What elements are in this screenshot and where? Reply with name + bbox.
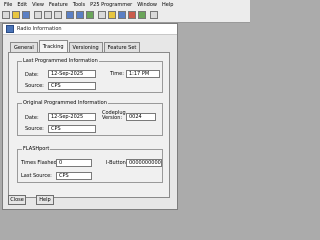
menu-window[interactable]: Window [137, 2, 157, 8]
original-date-label: Date: [25, 115, 39, 121]
tab-feature-set[interactable]: Feature Set [103, 42, 141, 52]
last-source-flash-label: Last Source: [21, 173, 52, 179]
ibutton-label: I-Button: [106, 160, 128, 166]
wizard-icon[interactable] [108, 11, 116, 19]
last-programmed-group: Last Programmed Information Date: 12-Sep… [17, 58, 163, 93]
ibutton-field: 000000000000 [126, 159, 162, 167]
menu-edit[interactable]: Edit [17, 2, 27, 8]
last-source-field: CPS [48, 82, 96, 90]
tab-general[interactable]: General [10, 42, 38, 52]
original-programmed-group: Original Programmed Information Date: 12… [17, 100, 163, 136]
paste-icon[interactable] [54, 11, 62, 19]
read-radio-icon[interactable] [66, 11, 74, 19]
flashport-group: FLASHport Times Flashed: 0 I-Button: 000… [17, 146, 163, 183]
menu-tools[interactable]: Tools [73, 2, 85, 8]
original-source-field: CPS [48, 125, 96, 133]
menu-file[interactable]: File [4, 2, 12, 8]
upload-icon[interactable] [118, 11, 126, 19]
menu-p25-programmer[interactable]: P25 Programmer [90, 2, 132, 8]
times-flashed-field: 0 [56, 159, 92, 167]
last-date-label: Date: [25, 72, 39, 78]
codeplug-version-field: 0024 [126, 113, 156, 121]
toolbar [0, 9, 250, 23]
tracking-panel: Last Programmed Information Date: 12-Sep… [8, 52, 170, 198]
close-button[interactable]: Close [8, 195, 26, 205]
help-icon[interactable] [150, 11, 158, 19]
tab-versioning[interactable]: Versioning [68, 42, 103, 52]
last-programmed-title: Last Programmed Information [22, 58, 99, 64]
dialog-title: Radio Information [17, 26, 62, 32]
last-date-field: 12-Sep-2025 [48, 70, 96, 78]
menu-view[interactable]: View [32, 2, 44, 8]
write-radio-icon[interactable] [76, 11, 84, 19]
original-programmed-title: Original Programmed Information [22, 100, 108, 106]
dialog-titlebar: Radio Information [3, 24, 177, 35]
last-source-flash-field: CPS [56, 172, 92, 180]
radio-icon[interactable] [86, 11, 94, 19]
times-flashed-label: Times Flashed: [21, 160, 59, 166]
tab-tracking[interactable]: Tracking [38, 40, 68, 52]
save-icon[interactable] [22, 11, 30, 19]
help-button[interactable]: Help [36, 195, 54, 205]
new-file-icon[interactable] [2, 11, 10, 19]
tab-strip: General Tracking Versioning Feature Set [10, 40, 141, 52]
menu-bar: File Edit View Feature Tools P25 Program… [0, 0, 250, 9]
codeplug-version-label: Codeplug Version: [102, 110, 126, 121]
original-date-field: 12-Sep-2025 [48, 113, 96, 121]
open-folder-icon[interactable] [12, 11, 20, 19]
radio-information-dialog: Radio Information General Tracking Versi… [2, 23, 178, 210]
cut-icon[interactable] [34, 11, 42, 19]
app-icon [6, 25, 14, 33]
print-icon[interactable] [98, 11, 106, 19]
last-time-label: Time: [110, 71, 124, 77]
menu-help[interactable]: Help [162, 2, 173, 8]
last-source-label: Source: [25, 83, 44, 89]
menu-feature[interactable]: Feature [49, 2, 68, 8]
original-source-label: Source: [25, 126, 44, 132]
status-icon[interactable] [138, 11, 146, 19]
last-time-field: 1:17 PM [126, 70, 160, 78]
flash-icon[interactable] [128, 11, 136, 19]
copy-icon[interactable] [44, 11, 52, 19]
flashport-title: FLASHport [22, 146, 51, 152]
